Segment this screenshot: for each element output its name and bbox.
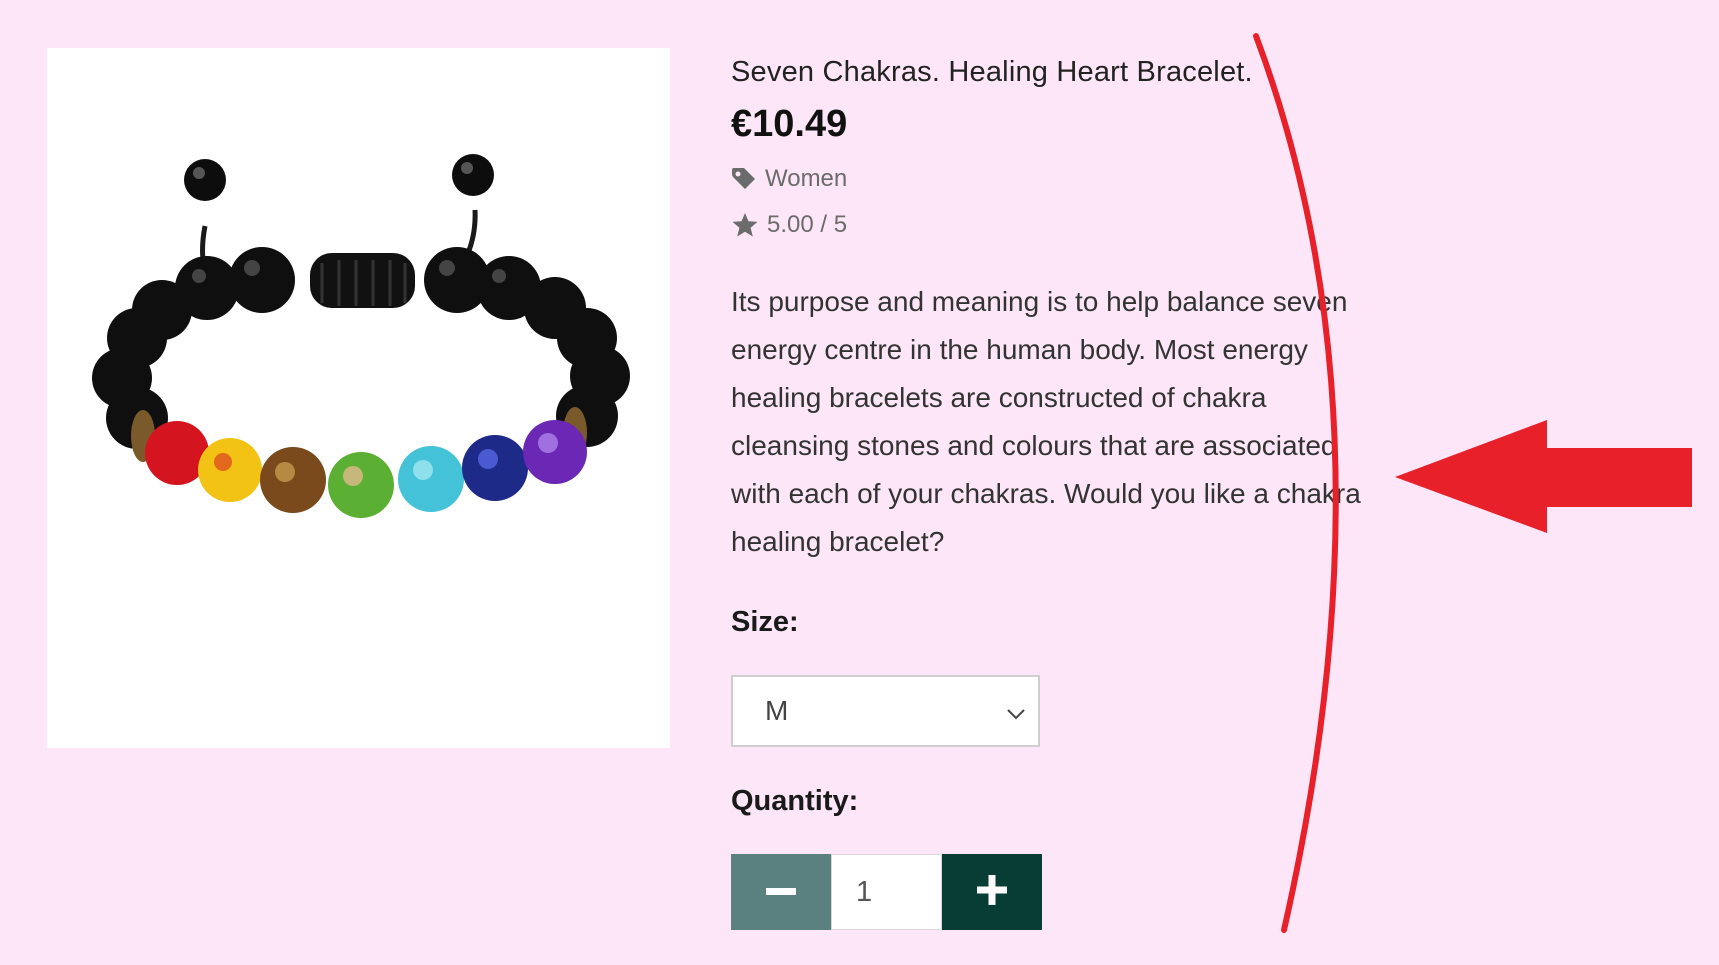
category-label: Women <box>765 165 848 192</box>
product-description: Its purpose and meaning is to help balan… <box>731 286 1361 557</box>
product-title: Seven Chakras. Healing Heart Bracelet. <box>731 56 1253 88</box>
product-page: Seven Chakras. Healing Heart Bracelet. €… <box>0 0 1719 965</box>
rating-value: 5.00 / 5 <box>767 211 848 238</box>
quantity-value: 1 <box>856 875 873 908</box>
minus-icon <box>766 883 796 901</box>
size-selected-value: M <box>765 695 789 726</box>
quantity-input[interactable]: 1 <box>831 854 942 930</box>
tag-icon <box>731 167 757 191</box>
annotation-arrow <box>1395 420 1692 533</box>
product-image <box>47 48 670 748</box>
product-rating: 5.00 / 5 <box>731 210 1371 240</box>
chevron-down-icon <box>1006 695 1026 727</box>
plus-icon <box>977 874 1007 910</box>
product-price: €10.49 <box>731 103 848 145</box>
product-details: Seven Chakras. Healing Heart Bracelet. €… <box>731 52 1371 930</box>
size-select[interactable]: M <box>731 675 1040 747</box>
increase-quantity-button[interactable] <box>942 854 1042 930</box>
decrease-quantity-button[interactable] <box>731 854 831 930</box>
star-icon <box>731 212 759 238</box>
product-category[interactable]: Women <box>731 164 1371 194</box>
size-label: Size: <box>731 606 799 638</box>
quantity-label: Quantity: <box>731 785 859 817</box>
quantity-stepper: 1 <box>731 854 1042 930</box>
